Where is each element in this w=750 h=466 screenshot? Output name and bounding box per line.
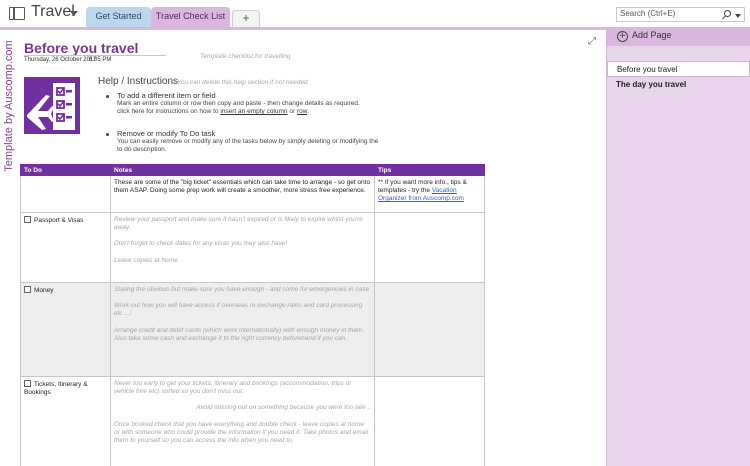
top-bar: Travel Get Started Travel Check List + S… (0, 0, 750, 27)
help-item-title: Remove or modify To Do task (117, 129, 216, 138)
table-row-intro: These are some of the "big ticket" essen… (20, 175, 485, 213)
help-item-text-fragment: . (307, 108, 309, 115)
todo-checkbox[interactable] (24, 286, 31, 293)
page-title[interactable]: Before you travel (24, 40, 138, 56)
add-page-button[interactable]: + Add Page (607, 27, 750, 46)
help-item-text: Mark an entire column or row then copy a… (117, 100, 360, 116)
insert-column-link[interactable]: insert an empty column (220, 108, 287, 115)
help-item-line: to do description. (117, 146, 167, 153)
todo-checkbox[interactable] (24, 380, 31, 387)
note-line: Don't forget to check dates for any visa… (114, 240, 288, 248)
note-line: Review your passport and make sure it ha… (114, 216, 363, 232)
todo-cell[interactable]: Tickets, Itinerary & Bookings (20, 376, 111, 466)
search-input[interactable]: Search (Ctrl+E) (616, 7, 745, 22)
intro-todo-cell[interactable] (20, 175, 111, 213)
note-line: Arrange credit and debit cards (which wo… (114, 326, 365, 342)
help-note: - You can delete this help section if no… (173, 79, 308, 86)
notes-cell[interactable]: Stating the obvious but make sure you ha… (110, 282, 375, 377)
search-placeholder: Search (Ctrl+E) (620, 9, 676, 18)
help-item-line: Mark an entire column or row then copy a… (117, 100, 360, 107)
tab-get-started[interactable]: Get Started (86, 7, 151, 27)
tab-travel-check-list[interactable]: Travel Check List (151, 7, 230, 27)
brand-label: Template by Auscomp.com (3, 40, 15, 172)
travel-checklist-logo-icon (24, 77, 80, 134)
notebook-icon[interactable] (9, 6, 25, 20)
todo-label: Passport & Visas (34, 217, 84, 224)
todo-cell[interactable]: Passport & Visas (20, 212, 111, 283)
add-page-label: Add Page (632, 30, 672, 40)
notebook-title[interactable]: Travel (31, 3, 75, 21)
page-date: Thursday, 26 October 2017 (24, 57, 97, 63)
travel-checklist-table: To Do Notes Tips These are some of the "… (20, 164, 485, 466)
help-item-text-fragment: click here for instructions on how to (117, 108, 221, 115)
insert-row-link[interactable]: row (297, 108, 307, 115)
expand-icon[interactable]: ⤢ (588, 36, 596, 47)
note-line: Work out how you will have access if ove… (114, 302, 363, 318)
column-header-notes: Notes (110, 164, 375, 176)
page-item-the-day-you-travel[interactable]: The day you travel (607, 77, 750, 93)
todo-cell[interactable]: Money (20, 282, 111, 377)
search-icon[interactable] (724, 10, 731, 17)
note-line: Once booked check that you have everythi… (114, 420, 369, 445)
note-line: Stating the obvious but make sure you ha… (114, 286, 371, 293)
bullet-dot (106, 95, 109, 98)
tips-cell[interactable] (374, 376, 485, 466)
page-time: 6:05 PM (89, 57, 112, 63)
column-header-tips: Tips (374, 164, 485, 176)
help-item-text: You can easily remove or modify any of t… (117, 138, 378, 154)
page-canvas[interactable]: ⤢ Template by Auscomp.com Before you tra… (0, 30, 606, 466)
help-item-line: click here for instructions on how to in… (117, 108, 360, 116)
tips-cell[interactable] (374, 282, 485, 377)
table-header-row: To Do Notes Tips (20, 164, 485, 176)
todo-label: Money (34, 287, 54, 294)
plus-circle-icon: + (617, 31, 628, 42)
notes-cell[interactable]: Never too early to get your tickets, iti… (110, 376, 375, 466)
table-row: Tickets, Itinerary & Bookings Never too … (20, 376, 485, 466)
vertical-brand-text: Template by Auscomp.com (0, 34, 16, 184)
note-line: Never too early to get your tickets, iti… (114, 380, 352, 396)
todo-label: Tickets, Itinerary & Bookings (24, 381, 88, 397)
tips-cell[interactable] (374, 212, 485, 283)
help-item-text-fragment: or (287, 108, 297, 115)
help-item-title: To add a different item or field (117, 91, 216, 100)
bullet-dot (106, 133, 109, 136)
title-divider (24, 55, 166, 56)
table-row: Passport & Visas Review your passport an… (20, 212, 485, 283)
search-scope-dropdown-icon[interactable] (735, 14, 741, 18)
template-note: Template checklist for travelling (200, 53, 291, 60)
onenote-window: Travel Get Started Travel Check List + S… (0, 0, 750, 466)
add-section-button[interactable]: + (232, 10, 260, 27)
note-line: Avoid missing out on something because y… (196, 404, 371, 412)
page-list-panel: + Add Page Before you travel The day you… (606, 27, 750, 466)
todo-checkbox[interactable] (24, 216, 31, 223)
help-item-line: You can easily remove or modify any of t… (117, 138, 379, 145)
intro-tips-cell[interactable]: ** If you want more info., tips & templa… (374, 175, 485, 213)
chevron-down-icon[interactable] (70, 11, 78, 16)
intro-notes-cell[interactable]: These are some of the "big ticket" essen… (110, 175, 375, 213)
page-item-before-you-travel[interactable]: Before you travel (607, 61, 750, 77)
notes-cell[interactable]: Review your passport and make sure it ha… (110, 212, 375, 283)
table-row: Money Stating the obvious but make sure … (20, 282, 485, 377)
help-heading: Help / Instructions (98, 76, 179, 87)
column-header-todo: To Do (20, 164, 111, 176)
note-line: Leave copies at home. (114, 256, 180, 264)
